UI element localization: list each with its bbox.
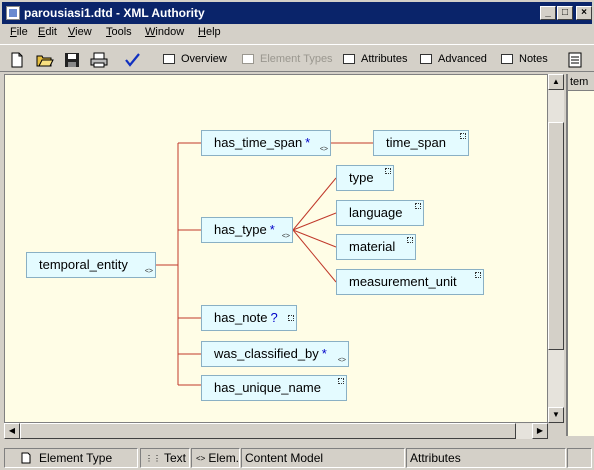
document-icon xyxy=(6,6,20,20)
checkmark-icon[interactable] xyxy=(124,53,142,67)
toolbar: Overview Element Types Attributes Advanc… xyxy=(0,44,594,72)
node-type[interactable]: type xyxy=(336,165,394,191)
save-disk-icon[interactable] xyxy=(64,52,80,68)
menu-bar: File Edit View Tools Window Help xyxy=(0,24,594,42)
overview-button[interactable]: Overview xyxy=(163,49,227,69)
title-bar: parousiasi1.dtd - XML Authority _ □ × xyxy=(0,0,594,24)
status-attributes[interactable]: Attributes xyxy=(406,448,566,468)
notes-label: Notes xyxy=(519,53,548,65)
status-elem[interactable]: <> Elem. xyxy=(191,448,240,468)
status-bar: Element Type ⋮⋮ Text <> Elem. Content Mo… xyxy=(0,446,594,470)
menu-view[interactable]: View xyxy=(68,26,92,38)
status-attributes-label: Attributes xyxy=(410,451,461,465)
advanced-icon xyxy=(420,54,432,64)
element-types-label: Element Types xyxy=(260,53,333,65)
attributes-label: Attributes xyxy=(361,53,408,65)
minimize-button[interactable]: _ xyxy=(540,6,556,20)
node-material[interactable]: material xyxy=(336,234,416,260)
note-icon xyxy=(501,54,513,64)
status-text-label: Text xyxy=(164,451,187,465)
right-pane-header: tem xyxy=(568,74,594,91)
new-file-icon[interactable] xyxy=(10,52,24,68)
menu-help[interactable]: Help xyxy=(198,26,221,38)
horizontal-scrollbar[interactable]: ◀ ▶ xyxy=(4,423,548,439)
overview-icon xyxy=(163,54,175,64)
grid-icon[interactable] xyxy=(568,52,582,68)
document-icon xyxy=(21,452,31,464)
print-icon[interactable] xyxy=(90,52,108,68)
tree-connectors xyxy=(156,142,373,386)
menu-window[interactable]: Window xyxy=(145,26,184,38)
advanced-button[interactable]: Advanced xyxy=(420,49,487,69)
menu-file[interactable]: File xyxy=(10,26,28,38)
scroll-down-button[interactable]: ▼ xyxy=(548,407,564,423)
node-temporal-entity[interactable]: temporal_entity <> xyxy=(26,252,156,278)
node-has-type[interactable]: has_type * <> xyxy=(201,217,293,243)
vertical-scrollbar[interactable]: ▲ ▼ xyxy=(548,74,564,423)
overview-label: Overview xyxy=(181,53,227,65)
node-measurement-unit[interactable]: measurement_unit xyxy=(336,269,484,295)
node-time-span[interactable]: time_span xyxy=(373,130,469,156)
scroll-right-button[interactable]: ▶ xyxy=(532,423,548,439)
elem-icon: <> xyxy=(196,453,206,463)
node-language[interactable]: language xyxy=(336,200,424,226)
horizontal-scroll-thumb[interactable] xyxy=(20,423,516,439)
node-has-unique-name[interactable]: has_unique_name xyxy=(201,375,347,401)
attribute-icon xyxy=(343,54,355,64)
menu-edit[interactable]: Edit xyxy=(38,26,57,38)
attributes-button[interactable]: Attributes xyxy=(343,49,407,69)
status-extra xyxy=(567,448,592,468)
close-button[interactable]: × xyxy=(576,6,592,20)
node-has-note[interactable]: has_note? xyxy=(201,305,297,331)
open-folder-icon[interactable] xyxy=(36,53,54,67)
vertical-scroll-thumb[interactable] xyxy=(548,122,564,350)
status-text[interactable]: ⋮⋮ Text xyxy=(140,448,190,468)
scroll-up-button[interactable]: ▲ xyxy=(548,74,564,90)
node-has-time-span[interactable]: has_time_span * <> xyxy=(201,130,331,156)
notes-button[interactable]: Notes xyxy=(501,49,548,69)
advanced-label: Advanced xyxy=(438,53,487,65)
status-elem-label: Elem. xyxy=(208,451,240,465)
status-content-model[interactable]: Content Model xyxy=(241,448,405,468)
content-model-canvas[interactable]: temporal_entity <> has_time_span * <> has_t… xyxy=(4,74,548,423)
scroll-left-button[interactable]: ◀ xyxy=(4,423,20,439)
status-element-type-label: Element Type xyxy=(39,451,113,465)
node-was-classified-by[interactable]: was_classified_by * <> xyxy=(201,341,349,367)
right-pane: tem xyxy=(566,74,594,436)
element-types-icon xyxy=(242,54,254,64)
window-title: parousiasi1.dtd - XML Authority xyxy=(24,6,205,20)
menu-tools[interactable]: Tools xyxy=(106,26,132,38)
maximize-button[interactable]: □ xyxy=(557,6,573,20)
status-content-model-label: Content Model xyxy=(245,451,324,465)
text-icon: ⋮⋮ xyxy=(145,453,161,463)
element-types-button[interactable]: Element Types xyxy=(242,49,333,69)
status-element-type[interactable]: Element Type xyxy=(4,448,138,468)
